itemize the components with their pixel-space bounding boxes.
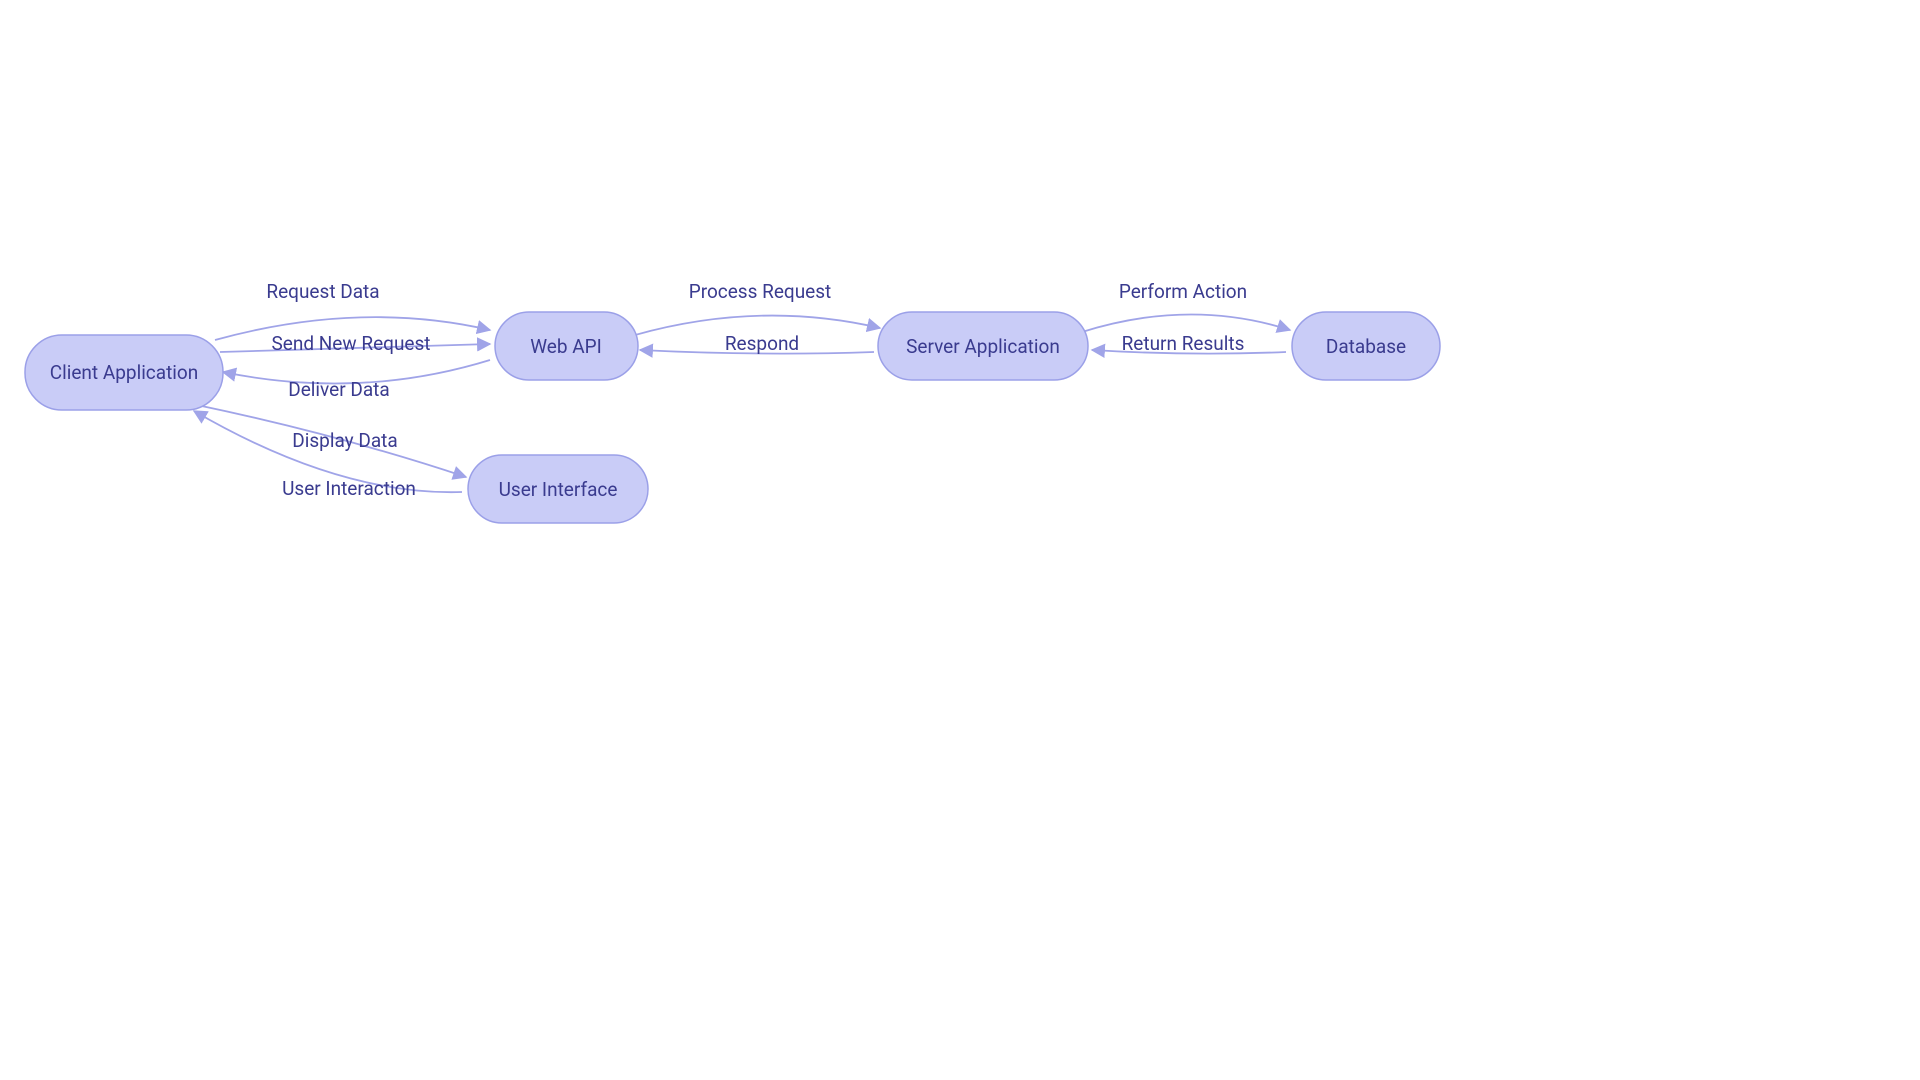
edge-label-perform-action: Perform Action: [1119, 280, 1247, 303]
edge-label-return-results: Return Results: [1122, 332, 1245, 355]
edge-label-process-request: Process Request: [689, 280, 832, 303]
flow-diagram: Request Data Send New Request Deliver Da…: [0, 0, 1536, 816]
node-label-database: Database: [1326, 335, 1406, 358]
node-label-webapi: Web API: [530, 335, 602, 358]
node-label-client: Client Application: [50, 361, 199, 384]
node-label-server: Server Application: [906, 335, 1060, 358]
edge-label-send-new-request: Send New Request: [271, 332, 430, 355]
edge-label-display-data: Display Data: [292, 429, 397, 452]
edge-label-user-interaction: User Interaction: [282, 477, 416, 500]
node-label-ui: User Interface: [499, 478, 618, 501]
edge-perform-action: [1082, 314, 1290, 332]
edge-label-respond: Respond: [725, 332, 799, 355]
edge-label-request-data: Request Data: [266, 280, 379, 303]
edge-label-deliver-data: Deliver Data: [288, 378, 389, 401]
